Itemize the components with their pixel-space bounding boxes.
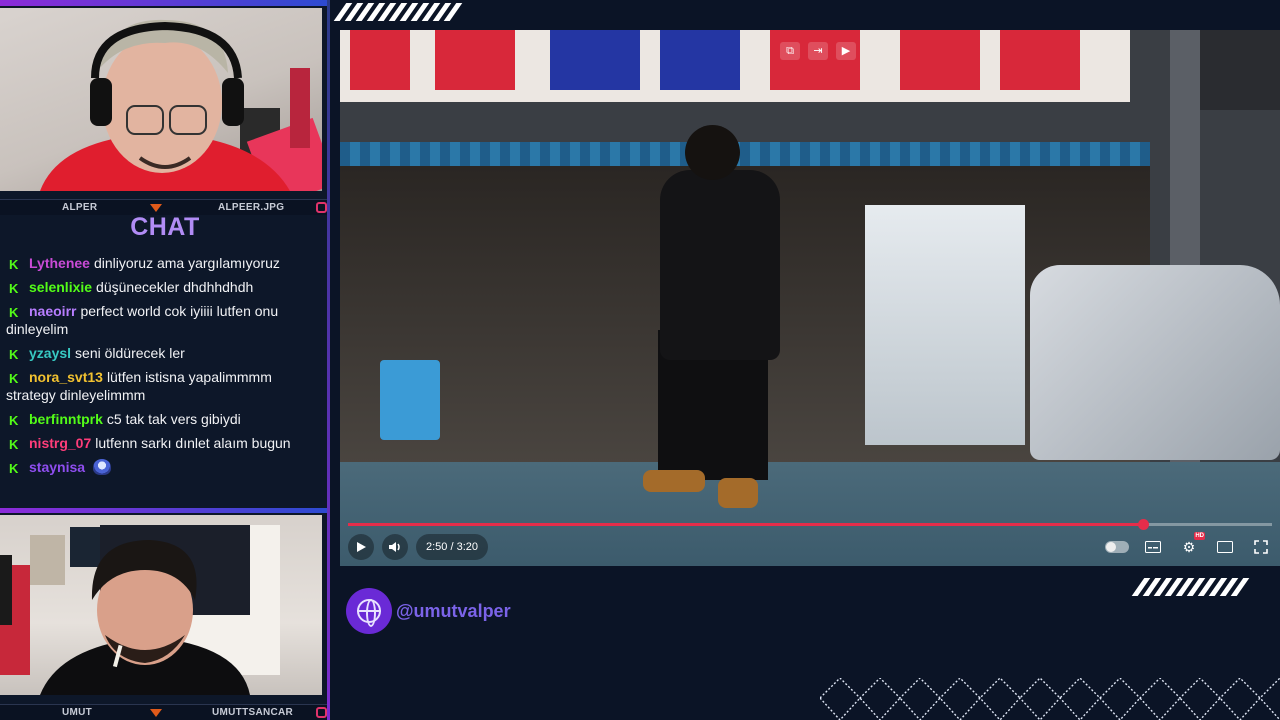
kick-badge-icon: K — [9, 305, 19, 320]
webcam-bottom-figure — [0, 525, 280, 695]
streamer-handle-right: UMUTTSANCAR — [212, 707, 294, 718]
streamer-name-left: ALPER — [62, 202, 98, 213]
diamond-pattern-decoration — [820, 678, 1280, 720]
left-panel: ALPER ALPEER.JPG CHAT K Lythenee dinliyoru… — [0, 0, 330, 720]
chat-message: Kstaynisa — [6, 458, 324, 476]
chat-message: Knaeoirr perfect world cok iyiiii lutfen … — [6, 302, 324, 338]
chat-message: Kselenlixie düşünecekler dhdhhdhdh — [6, 278, 324, 296]
streamer-name-left: UMUT — [62, 707, 93, 718]
chat-text: seni öldürecek ler — [75, 345, 185, 361]
theater-button[interactable] — [1212, 534, 1238, 560]
progress-fill — [348, 523, 1143, 526]
progress-scrubber[interactable] — [1137, 519, 1149, 530]
emote-icon — [93, 459, 112, 475]
webcam-bottom — [0, 515, 322, 695]
time-display: 2:50 / 3:20 — [416, 534, 488, 560]
settings-button[interactable]: ⚙ HD — [1176, 532, 1205, 560]
chat-username[interactable]: yzaysl — [29, 345, 71, 361]
panel-divider — [327, 0, 330, 720]
video-frame-sign — [340, 30, 1130, 102]
triangle-icon — [150, 709, 162, 717]
kick-badge-icon: K — [9, 257, 19, 272]
progress-bar[interactable] — [348, 519, 1272, 530]
stripe-decoration-top — [333, 3, 463, 21]
streamer-handle-right: ALPEER.JPG — [218, 202, 285, 213]
chat-username[interactable]: berfinntprk — [29, 411, 103, 427]
gear-icon: ⚙ — [1182, 538, 1196, 555]
chat-username[interactable]: Lythenee — [29, 255, 90, 271]
player-controls-left: 2:50 / 3:20 — [348, 533, 488, 561]
chat-text: c5 tak tak vers gibiydi — [106, 411, 241, 427]
handle-text: @umutvalper — [396, 600, 511, 621]
chat-text: düşünecekler dhdhhdhdh — [96, 279, 254, 295]
chat-username[interactable]: staynisa — [29, 459, 85, 475]
next-icon[interactable]: ▶ — [836, 42, 856, 60]
chat-username[interactable]: naeoirr — [29, 303, 76, 319]
chat-message: Knistrg_07 lutfenn sarkı dınlet alaım bug… — [6, 434, 324, 452]
social-handle: @umutvalper — [346, 588, 511, 634]
chat-list: K Lythenee dinliyoruz ama yargılamıyoruz Ks… — [6, 254, 324, 482]
player-controls-right: ⚙ HD — [1104, 532, 1274, 561]
player-top-icons: ⧉ ⇥ ▶ — [780, 42, 856, 60]
hd-badge: HD — [1194, 532, 1205, 540]
chat-text: lutfenn sarkı dınlet alaım bugun — [95, 435, 291, 451]
theater-icon — [1217, 541, 1233, 553]
kick-badge-icon: K — [9, 347, 19, 362]
chat-username[interactable]: nistrg_07 — [29, 435, 91, 451]
play-button[interactable] — [348, 534, 374, 560]
webcam-top-figure — [40, 19, 322, 191]
bottom-cam-accent — [0, 508, 330, 513]
subtitles-button[interactable] — [1140, 534, 1166, 560]
chat-message: Kyzaysl seni öldürecek ler — [6, 344, 324, 362]
chat-message: K Lythenee dinliyoruz ama yargılamıyoruz — [6, 254, 324, 272]
autoplay-toggle[interactable] — [1104, 534, 1130, 560]
fullscreen-icon — [1254, 540, 1268, 554]
top-cam-accent — [0, 0, 330, 6]
chat-title: CHAT — [130, 213, 200, 241]
play-icon — [357, 542, 366, 552]
globe-icon — [346, 588, 392, 634]
toggle-icon — [1105, 541, 1129, 553]
kick-badge-icon: K — [9, 281, 19, 296]
kick-badge-icon: K — [9, 437, 19, 452]
stripe-decoration-right — [1131, 578, 1250, 596]
chat-message: Kberfinntprk c5 tak tak vers gibiydi — [6, 410, 324, 428]
chat-message: Knora_svt13 lütfen istisna yapalimmmm str… — [6, 368, 324, 404]
instagram-icon — [316, 707, 327, 718]
webcam-top — [0, 8, 322, 191]
subtitles-icon — [1145, 541, 1161, 553]
instagram-icon — [316, 202, 327, 213]
kick-badge-icon: K — [9, 371, 19, 386]
volume-icon — [389, 542, 400, 552]
exit-icon[interactable]: ⇥ — [808, 42, 828, 60]
kick-badge-icon: K — [9, 461, 19, 476]
chat-username[interactable]: selenlixie — [29, 279, 92, 295]
fullscreen-button[interactable] — [1248, 534, 1274, 560]
name-bar-bottom: UMUT UMUTTSANCAR — [0, 704, 330, 720]
video-player[interactable]: ⧉ ⇥ ▶ 2:50 / 3:20 ⚙ HD — [340, 30, 1280, 566]
kick-badge-icon: K — [9, 413, 19, 428]
miniplayer-icon[interactable]: ⧉ — [780, 42, 800, 60]
chat-text: dinliyoruz ama yargılamıyoruz — [93, 255, 280, 271]
triangle-icon — [150, 204, 162, 212]
volume-button[interactable] — [382, 534, 408, 560]
chat-username[interactable]: nora_svt13 — [29, 369, 103, 385]
